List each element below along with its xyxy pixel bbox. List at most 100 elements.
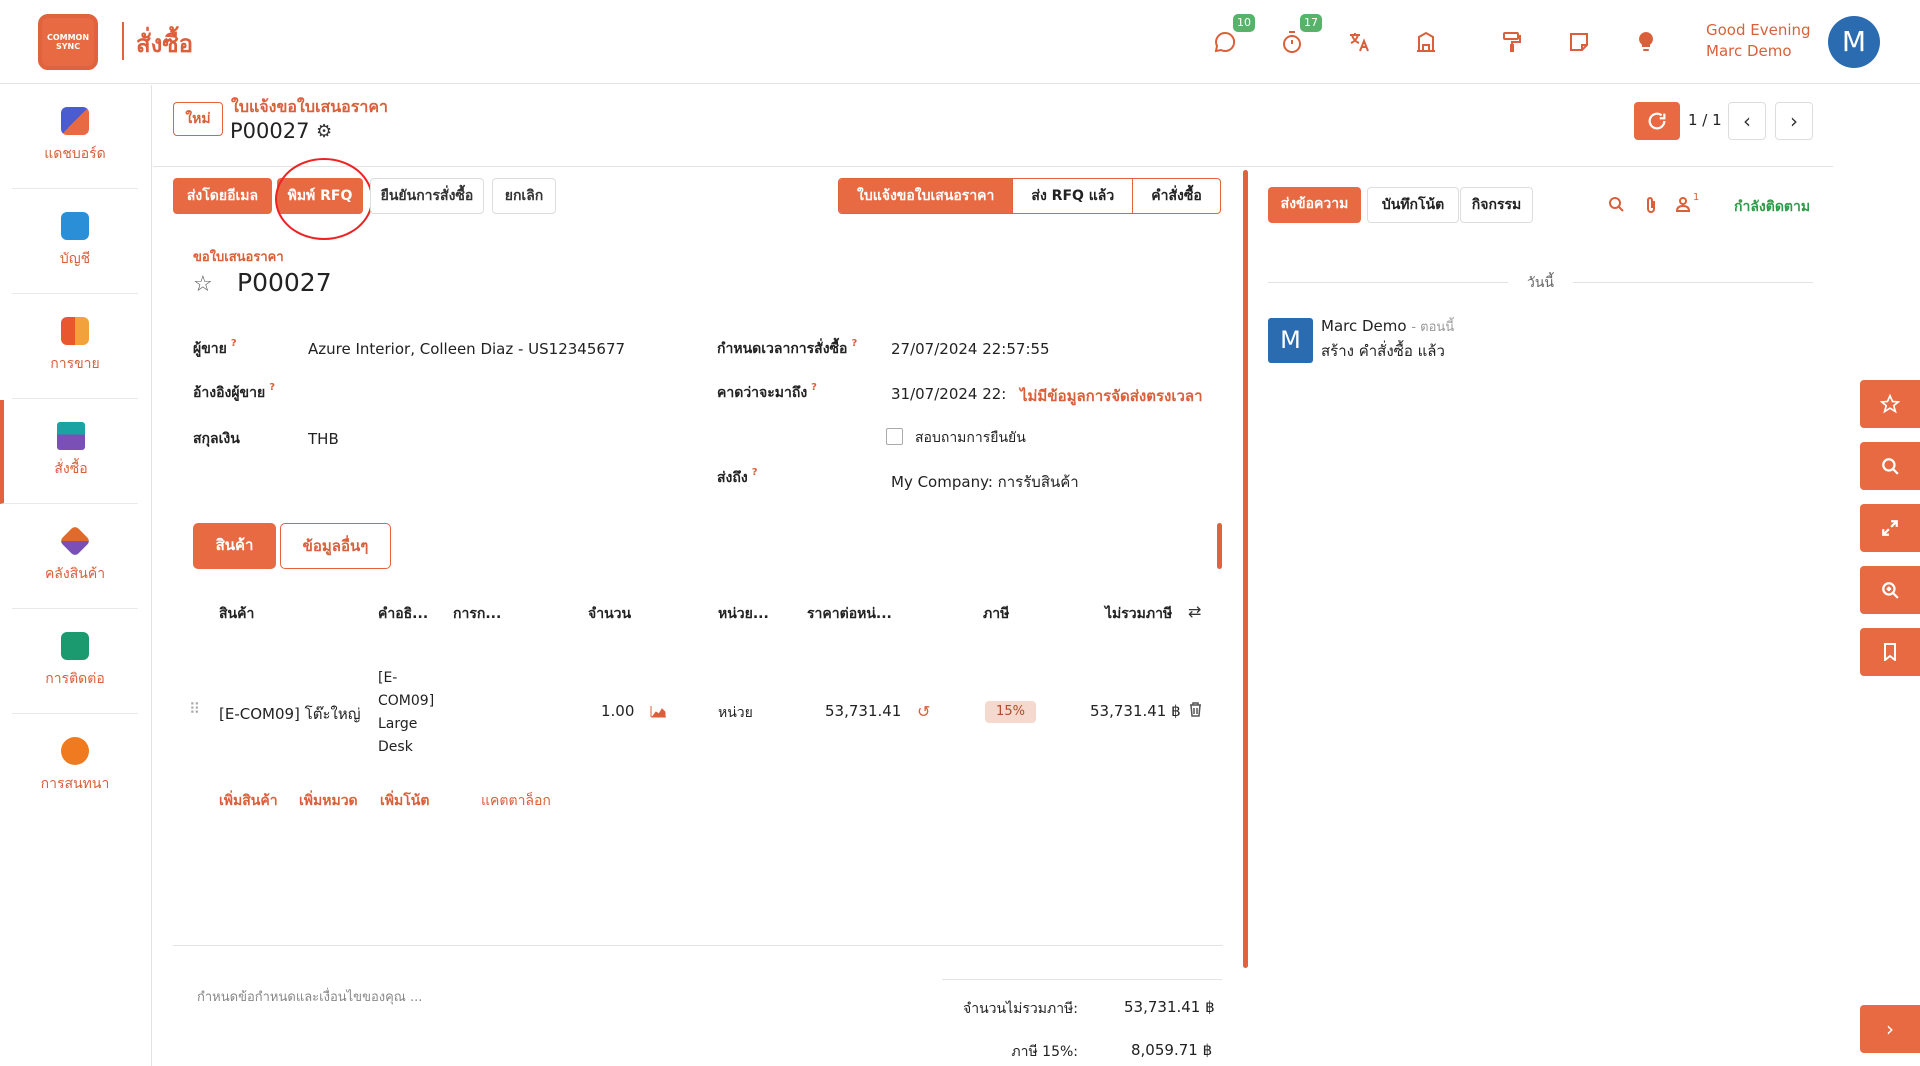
search-icon[interactable] [1608,196,1624,217]
reset-price-icon[interactable]: ↺ [917,702,930,721]
forecast-chart-icon[interactable] [650,703,667,722]
collapse-panel-button[interactable]: › [1860,1005,1920,1053]
ask-confirmation-checkbox[interactable] [886,428,903,445]
row-unit[interactable]: หน่วย [718,702,753,724]
confirm-order-button[interactable]: ยืนยันการสั่งซื้อ [370,178,484,214]
refresh-button[interactable] [1634,102,1680,140]
sidebar-item-sales[interactable]: การขาย [12,295,138,399]
message-time: - ตอนนี้ [1411,320,1455,335]
pager-next-button[interactable]: › [1775,102,1813,140]
message-avatar[interactable]: M [1268,318,1313,363]
sidebar-item-label: การติดต่อ [45,671,105,687]
sticky-note-icon[interactable] [1567,30,1591,54]
description-line: Desk [378,739,413,755]
help-icon[interactable]: ? [231,338,237,349]
row-description[interactable]: [E- COM09] Large Desk [378,667,434,759]
bookmark-button[interactable] [1860,628,1920,676]
column-header-product[interactable]: สินค้า [219,603,254,625]
deliver-to-label-text: ส่งถึง [717,470,748,486]
chat-icon[interactable] [1213,30,1237,54]
sidebar-item-purchase[interactable]: สั่งซื้อ [0,400,138,504]
translate-icon[interactable] [1347,30,1371,54]
sidebar-item-label: การขาย [50,356,100,372]
company-icon[interactable] [1414,30,1438,54]
timer-icon[interactable] [1280,30,1304,54]
sidebar-item-inventory[interactable]: คลังสินค้า [12,505,138,609]
activities-badge: 17 [1300,14,1322,32]
form-subtitle: ขอใบเสนอราคา [193,250,284,265]
sidebar-item-dashboard[interactable]: แดชบอร์ด [12,85,138,189]
search-float-button[interactable] [1860,442,1920,490]
app-logo[interactable]: COMMON SYNC [38,14,98,70]
message-author[interactable]: Marc Demo [1321,317,1407,335]
pager-value[interactable]: 1 / 1 [1688,111,1722,129]
status-purchase-order[interactable]: คำสั่งซื้อ [1132,179,1220,213]
activities-button[interactable]: กิจกรรม [1460,187,1533,223]
followers-icon[interactable] [1675,196,1691,217]
column-header-tax[interactable]: ภาษี [983,603,1009,625]
delete-row-icon[interactable] [1189,702,1202,721]
following-button[interactable]: กำลังติดตาม [1734,196,1810,218]
sidebar-item-label: คลังสินค้า [44,566,106,582]
sidebar-item-discuss[interactable]: การสนทนา [12,715,138,819]
panel-splitter[interactable] [1243,170,1248,968]
column-header-description[interactable]: คำอธิ... [378,603,428,625]
log-note-button[interactable]: บันทึกโน้ต [1367,187,1459,223]
vendor-field[interactable]: Azure Interior, Colleen Diaz - US1234567… [308,340,625,358]
column-header-unit-price[interactable]: ราคาต่อหน่... [807,603,892,625]
top-bar: COMMON SYNC สั่งซื้อ 10 17 Good Evening … [0,0,1920,84]
send-message-button[interactable]: ส่งข้อความ [1268,187,1361,223]
tab-products[interactable]: สินค้า [193,523,276,569]
sidebar-item-contacts[interactable]: การติดต่อ [12,610,138,714]
expected-arrival-field[interactable]: 31/07/2024 22: [891,385,1006,403]
expand-button[interactable] [1860,504,1920,552]
sidebar-item-accounting[interactable]: บัญชี [12,190,138,294]
status-rfq-sent[interactable]: ส่ง RFQ แล้ว [1012,179,1132,213]
column-header-unit[interactable]: หน่วย... [718,603,769,625]
record-id: P00027 [230,119,310,143]
followers-count: 1 [1693,192,1700,203]
help-icon[interactable]: ? [752,467,758,478]
column-header-quantity[interactable]: จำนวน [588,603,631,625]
lightbulb-icon[interactable] [1634,30,1658,54]
help-icon[interactable]: ? [811,382,817,393]
star-icon [1879,393,1901,414]
row-tax-badge[interactable]: 15% [985,701,1036,723]
help-icon[interactable]: ? [851,338,857,349]
favorite-star-button[interactable] [1860,380,1920,428]
zoom-button[interactable] [1860,566,1920,614]
add-product-link[interactable]: เพิ่มสินค้า [219,790,278,812]
column-header-subtotal[interactable]: ไม่รวมภาษี [1105,603,1172,625]
help-icon[interactable]: ? [269,382,275,393]
scroll-indicator[interactable] [1217,523,1222,569]
user-avatar[interactable]: M [1828,16,1880,68]
vendor-ref-field[interactable] [308,378,688,404]
new-button[interactable]: ใหม่ [173,102,223,136]
send-email-button[interactable]: ส่งโดยอีเมล [173,178,272,214]
column-header-received[interactable]: การก... [453,603,501,625]
deliver-to-field[interactable]: My Company: การรับสินค้า [891,470,1079,494]
column-settings-icon[interactable]: ⇄ [1188,602,1201,621]
pager-previous-button[interactable]: ‹ [1728,102,1766,140]
drag-handle-icon[interactable]: ⠿ [189,700,200,718]
terms-input[interactable]: กำหนดข้อกำหนดและเงื่อนไขของคุณ ... [197,986,422,1007]
accounting-icon [61,212,89,240]
currency-field[interactable]: THB [308,430,339,448]
add-note-link[interactable]: เพิ่มโน้ต [380,790,429,812]
tab-other-info[interactable]: ข้อมูลอื่นๆ [280,523,391,569]
message-body: สร้าง คำสั่งซื้อ แล้ว [1321,342,1445,360]
catalog-link[interactable]: แคตตาล็อก [481,790,551,812]
breadcrumb[interactable]: ใบแจ้งขอใบเสนอราคา [231,95,388,120]
gear-icon[interactable]: ⚙ [316,121,332,142]
form-title: P00027 [237,268,332,297]
order-deadline-field[interactable]: 27/07/2024 22:57:55 [891,340,1050,358]
row-quantity[interactable]: 1.00 [601,702,634,720]
status-rfq[interactable]: ใบแจ้งขอใบเสนอราคา [839,179,1013,213]
attachment-icon[interactable] [1643,196,1659,219]
star-icon[interactable]: ☆ [193,272,213,297]
paint-roller-icon[interactable] [1500,30,1524,54]
row-product[interactable]: [E-COM09] โต๊ะใหญ่ [219,702,361,726]
cancel-button[interactable]: ยกเลิก [492,178,556,214]
row-unit-price[interactable]: 53,731.41 [825,702,901,720]
add-section-link[interactable]: เพิ่มหมวด [299,790,358,812]
